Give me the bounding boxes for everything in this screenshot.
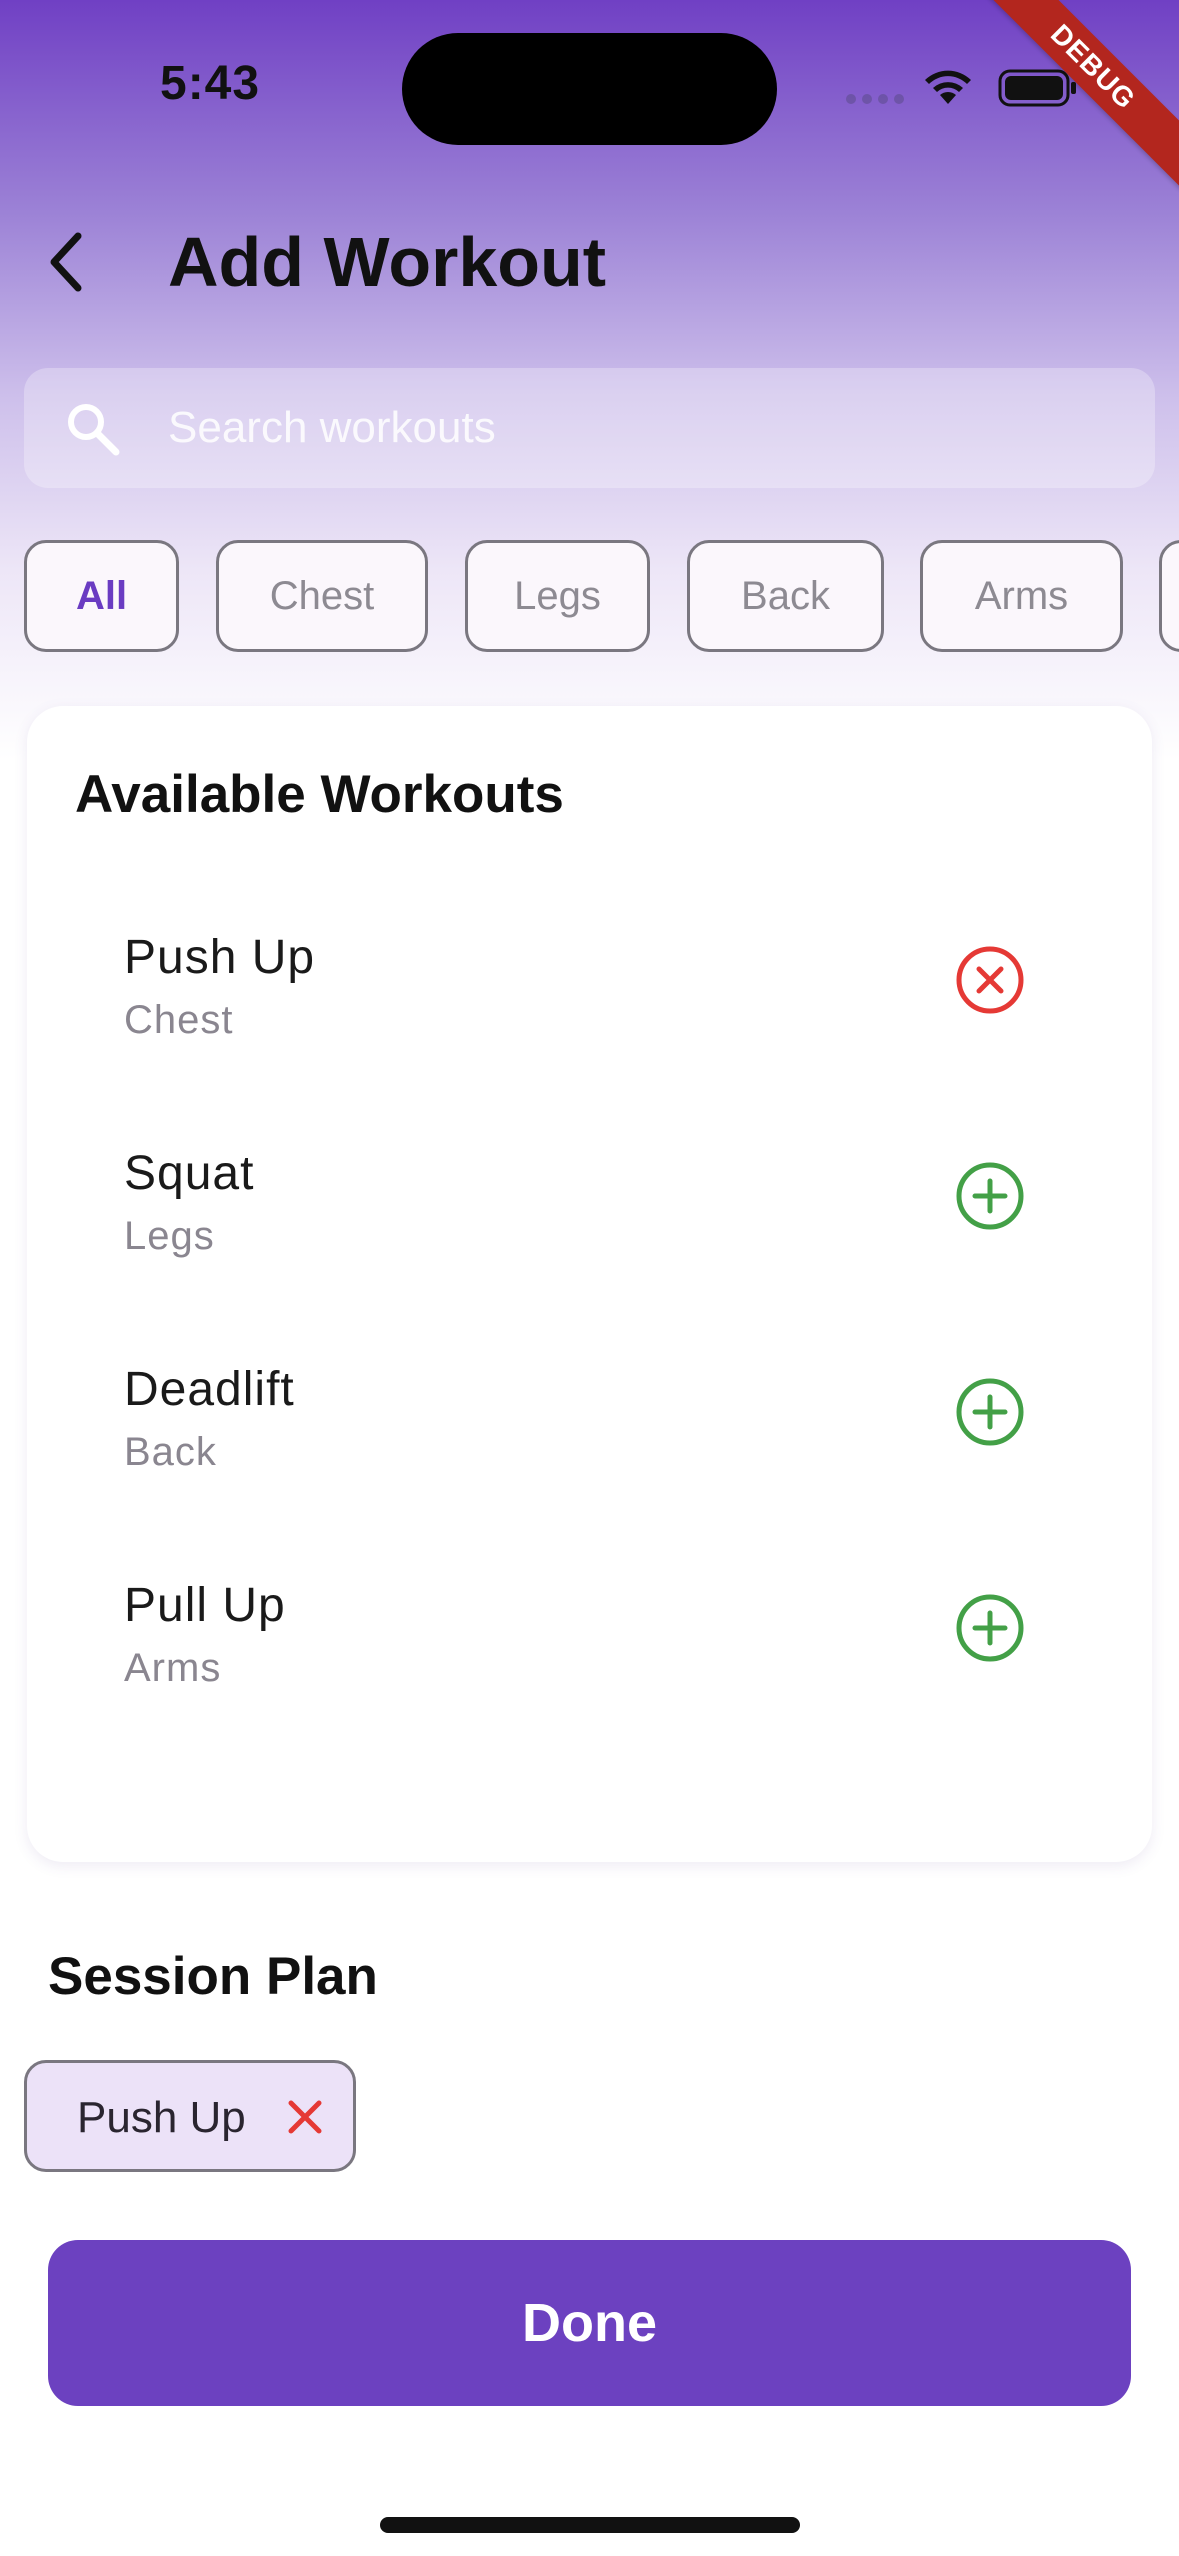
remove-from-plan-button[interactable] [277,2089,333,2145]
workout-category: Arms [124,1646,222,1690]
section-title-session-plan: Session Plan [48,1947,378,2006]
workout-category: Chest [124,998,234,1042]
session-plan-chip: Push Up [24,2060,356,2172]
add-circle-icon [956,1162,1024,1230]
workout-row: Pull Up Arms [124,1578,1044,1738]
add-workout-button[interactable] [950,1156,1030,1236]
wifi-icon [922,66,974,111]
workout-row: Push Up Chest [124,930,1044,1090]
workout-name: Deadlift [124,1363,295,1416]
close-icon [288,2100,322,2134]
home-indicator [380,2517,800,2533]
filter-chip-legs[interactable]: Legs [465,540,650,652]
back-button[interactable] [36,222,96,302]
workout-name: Pull Up [124,1579,286,1632]
add-workout-button[interactable] [950,1372,1030,1452]
battery-icon [998,68,1078,113]
filter-chip-all[interactable]: All [24,540,179,652]
workout-row: Deadlift Back [124,1362,1044,1522]
page-title: Add Workout [168,223,607,301]
session-plan-chip-label: Push Up [77,2093,246,2142]
add-circle-icon [956,1594,1024,1662]
workout-name: Squat [124,1147,255,1200]
remove-workout-button[interactable] [950,940,1030,1020]
search-input[interactable] [168,392,1128,464]
add-workout-button[interactable] [950,1588,1030,1668]
workout-category: Back [124,1430,217,1474]
filter-chip-chest[interactable]: Chest [216,540,428,652]
add-circle-icon [956,1378,1024,1446]
chevron-left-icon [50,232,82,292]
workout-name: Push Up [124,931,316,984]
workout-row: Squat Legs [124,1146,1044,1306]
dynamic-island [402,33,777,145]
search-icon [64,400,122,463]
status-time: 5:43 [160,57,261,110]
filter-chip-more[interactable] [1159,540,1179,652]
cellular-signal-icon [846,94,904,104]
done-button[interactable]: Done [48,2240,1131,2406]
filter-chip-back[interactable]: Back [687,540,884,652]
workout-category: Legs [124,1214,215,1258]
remove-circle-icon [956,946,1024,1014]
filter-chip-arms[interactable]: Arms [920,540,1123,652]
section-title-available: Available Workouts [75,765,564,824]
category-filter-chips: All Chest Legs Back Arms [24,540,1179,654]
